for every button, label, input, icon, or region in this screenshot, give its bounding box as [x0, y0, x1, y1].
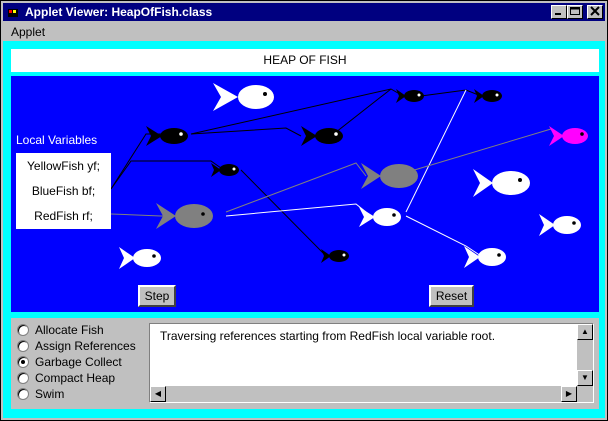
- radio-label: Compact Heap: [35, 371, 116, 385]
- reference-line: [190, 127, 302, 137]
- minimize-icon: [555, 13, 561, 15]
- fish-white: [119, 247, 161, 269]
- reference-line: [410, 128, 552, 172]
- fish-black-small: [396, 89, 424, 103]
- fish-black-small: [474, 89, 502, 103]
- local-var-redfish: RedFish rf;: [34, 209, 93, 223]
- local-var-bluefish: BlueFish bf;: [31, 184, 96, 198]
- radio-circle[interactable]: [17, 324, 29, 336]
- radio-circle[interactable]: [17, 388, 29, 400]
- close-icon: [590, 6, 600, 16]
- radio-label: Assign References: [35, 339, 136, 353]
- horizontal-scrollbar[interactable]: ◀ ▶: [150, 386, 577, 402]
- local-variables-heading: Local Variables: [16, 133, 98, 147]
- fish-black-small: [321, 249, 349, 263]
- local-var-yellowfish: YellowFish yf;: [27, 159, 100, 173]
- radio-dot-icon: [21, 360, 25, 364]
- radio-label: Garbage Collect: [35, 355, 122, 369]
- close-button[interactable]: [587, 5, 603, 19]
- status-message: Traversing references starting from RedF…: [160, 329, 496, 343]
- radio-label: Allocate Fish: [35, 323, 104, 337]
- reference-line: [420, 89, 482, 97]
- heap-header: HEAP OF FISH: [11, 49, 599, 72]
- fish-white: [539, 214, 581, 236]
- scroll-left-button[interactable]: ◀: [150, 386, 166, 402]
- scroll-down-button[interactable]: ▼: [577, 370, 593, 386]
- maximize-icon: [570, 7, 580, 15]
- fish-white-large: [213, 83, 274, 111]
- local-variables-box: YellowFish yf; BlueFish bf; RedFish rf;: [16, 153, 111, 229]
- status-message-area[interactable]: Traversing references starting from RedF…: [149, 323, 594, 403]
- fish-gray: [156, 203, 213, 229]
- reference-line: [110, 160, 222, 190]
- radio-circle[interactable]: [17, 372, 29, 384]
- reference-line: [110, 213, 171, 217]
- fish-gray: [361, 163, 418, 189]
- menu-applet[interactable]: Applet: [11, 25, 45, 39]
- fish-magenta: [549, 126, 588, 146]
- maximize-button[interactable]: [567, 5, 583, 19]
- fish-black: [301, 126, 343, 146]
- scrollbar-corner: [577, 386, 593, 402]
- minimize-button[interactable]: [551, 5, 567, 19]
- radio-label: Swim: [35, 387, 65, 401]
- scroll-up-button[interactable]: ▲: [577, 324, 593, 340]
- window-title: Applet Viewer: HeapOfFish.class: [25, 5, 213, 19]
- reset-button[interactable]: Reset: [429, 285, 474, 307]
- heap-title: HEAP OF FISH: [263, 53, 347, 67]
- reference-line: [405, 89, 467, 213]
- fish-black-small: [211, 163, 239, 177]
- fish-white-large: [473, 169, 530, 197]
- radio-circle[interactable]: [17, 340, 29, 352]
- fish-white: [359, 207, 401, 227]
- vertical-scrollbar[interactable]: ▲ ▼: [577, 324, 593, 386]
- step-button[interactable]: Step: [138, 285, 176, 307]
- reference-line: [225, 203, 372, 217]
- title-bar[interactable]: Applet Viewer: HeapOfFish.class: [3, 3, 605, 21]
- java-cup-icon: [8, 9, 18, 17]
- menu-bar: Applet: [3, 23, 605, 41]
- applet-viewer-window: Applet Viewer: HeapOfFish.class Applet H…: [0, 0, 608, 421]
- scroll-right-button[interactable]: ▶: [561, 386, 577, 402]
- radio-circle-selected[interactable]: [17, 356, 29, 368]
- fish-black: [146, 126, 188, 146]
